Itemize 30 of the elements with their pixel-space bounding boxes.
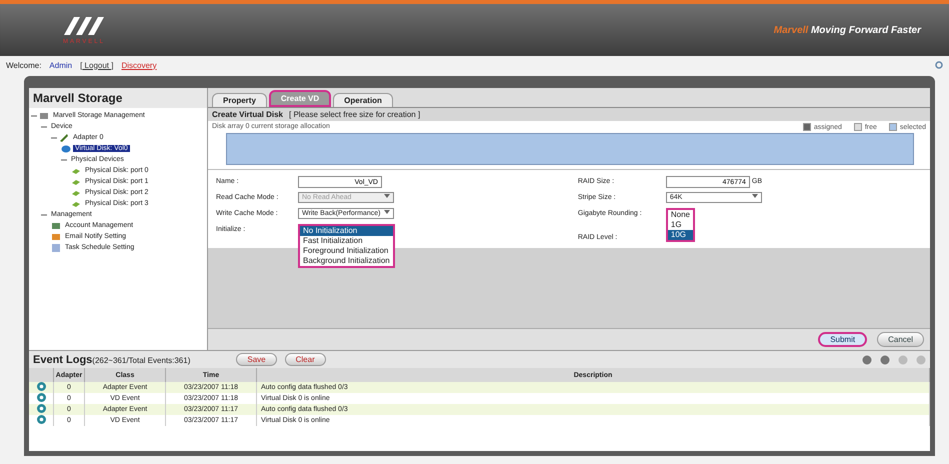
dropdown-option[interactable]: No Initialization <box>300 226 393 236</box>
log-title: Event Logs(262~361/Total Events:361) <box>33 354 190 366</box>
save-button[interactable]: Save <box>236 353 277 366</box>
tab[interactable]: Property <box>212 93 267 107</box>
welcome-label: Welcome: <box>6 60 42 70</box>
discovery-link[interactable]: Discovery <box>121 60 157 70</box>
dropdown-option[interactable]: Background Initialization <box>300 256 393 266</box>
panel-title: Marvell Storage <box>29 88 207 108</box>
hint-text: [ Please select free size for creation ] <box>289 110 420 119</box>
user-name: Admin <box>49 60 72 70</box>
dropdown-option[interactable]: Fast Initialization <box>300 236 393 246</box>
refresh-icon[interactable] <box>935 61 943 69</box>
section-title: Create Virtual Disk <box>212 110 283 119</box>
slogan-text: Marvell Moving Forward Faster <box>774 24 921 36</box>
caret-icon <box>384 210 390 215</box>
caret-icon <box>752 194 758 199</box>
collapse-icon[interactable] <box>41 212 47 218</box>
collapse-icon[interactable] <box>61 156 67 162</box>
cancel-button[interactable]: Cancel <box>877 332 924 347</box>
dropdown-option[interactable]: 1G <box>668 220 693 230</box>
dropdown-option[interactable]: None <box>668 210 693 220</box>
dropdown-option[interactable]: 10G <box>668 230 693 240</box>
dropdown-option[interactable]: Foreground Initialization <box>300 246 393 256</box>
clear-button[interactable]: Clear <box>284 353 326 366</box>
submit-button[interactable]: Submit <box>818 332 868 347</box>
caret-icon <box>384 194 390 199</box>
logout-link[interactable]: [ Logout ] <box>80 60 114 70</box>
logo-icon <box>62 15 106 37</box>
tab[interactable]: Operation <box>333 93 393 107</box>
disk-icon <box>61 144 71 154</box>
